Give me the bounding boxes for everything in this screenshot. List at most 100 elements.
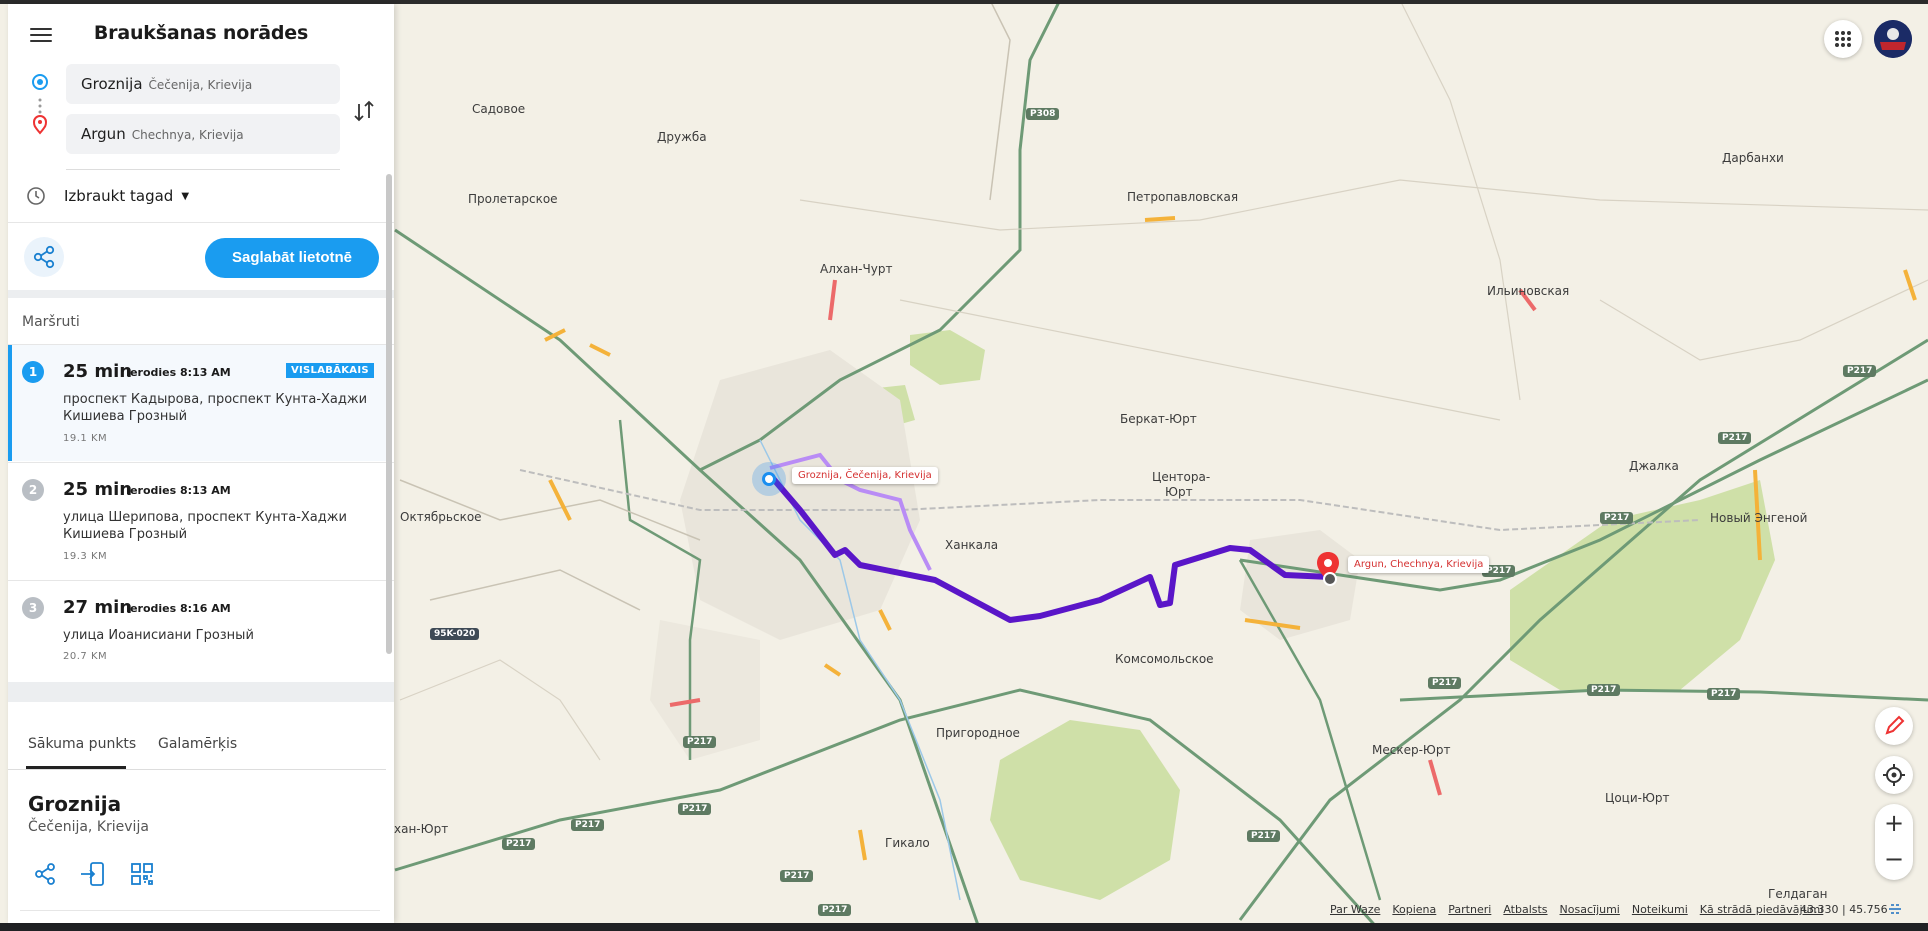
divider: [8, 222, 394, 223]
route-number: 2: [22, 479, 44, 501]
qr-code-icon: [131, 863, 153, 885]
scrollbar-thumb[interactable]: [386, 174, 392, 654]
town-label: Юрт: [1165, 485, 1193, 499]
town-label: хан-Юрт: [394, 822, 449, 836]
road-shield: P217: [502, 838, 536, 850]
send-to-device-icon: [81, 862, 104, 886]
pencil-icon: [1885, 715, 1905, 735]
locate-me-button[interactable]: [1875, 756, 1913, 794]
user-avatar[interactable]: [1874, 20, 1912, 58]
origin-field[interactable]: Groznija Čečenija, Krievija: [66, 64, 340, 104]
routes-header: Maršruti: [22, 314, 80, 330]
town-label: Джалка: [1629, 459, 1679, 473]
town-label: Пригородное: [936, 726, 1020, 740]
town-label: Пролетарское: [468, 192, 558, 206]
town-label: Дарбанхи: [1722, 151, 1784, 165]
apps-grid-button[interactable]: [1824, 20, 1862, 58]
zoom-out-button[interactable]: −: [1875, 840, 1913, 878]
road-shield: P217: [1428, 677, 1462, 689]
place-subtitle: Čečenija, Krievija: [28, 819, 149, 835]
road-shield: P217: [1600, 512, 1634, 524]
road-shield: P217: [1587, 684, 1621, 696]
send-to-phone-button[interactable]: [76, 856, 112, 892]
town-label: Центора-: [1152, 470, 1211, 484]
origin-marker[interactable]: [762, 472, 776, 486]
swap-icon[interactable]: [352, 96, 378, 126]
origin-tag[interactable]: Groznija, Čečenija, Krievija: [792, 467, 938, 484]
qr-code-button[interactable]: [124, 856, 160, 892]
origin-sub: Čečenija, Krievija: [148, 78, 253, 92]
town-label: Алхан-Чурт: [820, 262, 893, 276]
route-arrival: Ierodies 8:16 AM: [126, 602, 231, 615]
section-gap: [8, 682, 394, 702]
route-time: 27 min: [63, 597, 133, 618]
destination-name: Argun: [81, 125, 126, 143]
town-label: Беркат-Юрт: [1120, 412, 1197, 426]
route-description: улица Шерипова, проспект Кунта-Хаджи Киш…: [63, 510, 347, 542]
town-label: Петропавловская: [1127, 190, 1239, 204]
footer-link[interactable]: Atbalsts: [1503, 903, 1547, 916]
road-shield: P217: [571, 819, 605, 831]
link-icon[interactable]: [1887, 903, 1903, 915]
road-shield: P217: [1707, 688, 1741, 700]
footer-link[interactable]: Nosacījumi: [1560, 903, 1620, 916]
town-label: Гикало: [885, 836, 930, 850]
destination-field[interactable]: Argun Chechnya, Krievija: [66, 114, 340, 154]
taskbar: [0, 923, 1928, 931]
destination-pin-icon: [32, 115, 48, 135]
road-shield: P217: [1718, 432, 1752, 444]
forest-area: [990, 720, 1180, 900]
share-icon: [33, 245, 55, 269]
town-label: Дружба: [657, 130, 707, 144]
tab-destination[interactable]: Galamērķis: [158, 736, 237, 752]
route-distance: 20.7 KM: [63, 651, 108, 662]
share-place-button[interactable]: [28, 856, 64, 892]
route-distance: 19.3 KM: [63, 551, 108, 562]
destination-tag[interactable]: Argun, Chechnya, Krievija: [1348, 556, 1490, 573]
footer-link[interactable]: Par Waze: [1330, 903, 1380, 916]
caret-down-icon: ▼: [181, 190, 190, 202]
road-shield: P217: [818, 904, 852, 916]
route-time: 25 min: [63, 479, 133, 500]
share-button[interactable]: [24, 237, 64, 277]
footer-link[interactable]: Noteikumi: [1632, 903, 1688, 916]
route-option-2[interactable]: 2 25 min Ierodies 8:13 AM улица Шерипова…: [8, 463, 386, 579]
divider: [66, 169, 340, 170]
coordinates-readout: 43.330 | 45.756: [1800, 903, 1888, 916]
road-shield: P217: [780, 870, 814, 882]
share-icon: [35, 863, 55, 885]
avatar-image-icon: [1874, 20, 1912, 58]
town-label: Октябрьское: [400, 510, 482, 524]
section-gap: [8, 290, 394, 298]
road-shield: P217: [1247, 830, 1281, 842]
clock-icon: [27, 187, 45, 205]
zoom-in-button[interactable]: +: [1875, 804, 1913, 842]
grid-icon: [1835, 31, 1851, 47]
route-arrival: Ierodies 8:13 AM: [126, 366, 231, 379]
route-option-3[interactable]: 3 27 min Ierodies 8:16 AM улица Иоанисиа…: [8, 581, 386, 697]
route-description: улица Иоанисиани Грозный: [63, 628, 254, 643]
town-label: Садовое: [472, 102, 526, 116]
divider: [20, 910, 380, 911]
footer-link[interactable]: Partneri: [1448, 903, 1491, 916]
origin-name: Groznija: [81, 75, 143, 93]
town-label: Комсомольское: [1115, 652, 1214, 666]
route-option-1[interactable]: 1 25 min Ierodies 8:13 AM VISLABĀKAIS пр…: [8, 345, 386, 461]
tab-start-point[interactable]: Sākuma punkts: [28, 736, 136, 752]
zoom-control: + −: [1875, 804, 1913, 880]
panel-title: Braukšanas norādes: [93, 22, 309, 44]
report-button[interactable]: [1875, 707, 1913, 745]
town-label: Ильиновская: [1487, 284, 1570, 298]
best-route-badge: VISLABĀKAIS: [286, 363, 374, 378]
depart-time-selector[interactable]: Izbraukt tagad ▼: [26, 184, 189, 208]
road-shield: P217: [678, 803, 712, 815]
save-in-app-button[interactable]: Saglabāt lietotnē: [205, 238, 379, 278]
divider: [8, 769, 386, 770]
place-title: Groznija: [28, 792, 122, 816]
town-label: Новый Энгеной: [1710, 511, 1808, 525]
town-label: Цоци-Юрт: [1605, 791, 1670, 805]
destination-dot: [1323, 572, 1337, 586]
depart-label: Izbraukt tagad: [64, 187, 174, 205]
route-distance: 19.1 KM: [63, 433, 108, 444]
footer-link[interactable]: Kopiena: [1392, 903, 1436, 916]
